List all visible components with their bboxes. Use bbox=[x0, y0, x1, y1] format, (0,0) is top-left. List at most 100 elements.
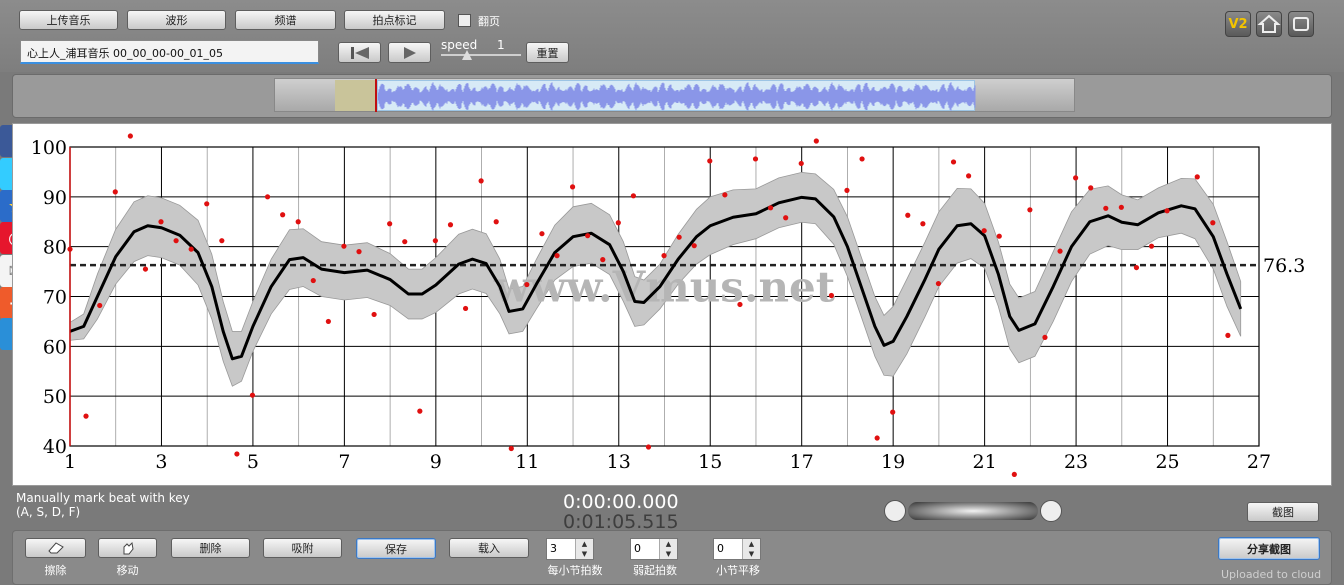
zoom-out-wave-icon[interactable] bbox=[884, 500, 906, 522]
data-point bbox=[447, 222, 454, 228]
waveform-path bbox=[377, 82, 976, 111]
data-point bbox=[1027, 207, 1033, 213]
key-hint: Manually mark beat with key (A, S, D, F) bbox=[16, 491, 190, 519]
data-point bbox=[645, 444, 652, 450]
data-point bbox=[996, 233, 1002, 239]
zoom-in-wave-icon[interactable] bbox=[1040, 500, 1062, 522]
data-point bbox=[539, 231, 545, 237]
tempo-chart[interactable]: www.Vmus.net 76.34050607080901001 3 5 7 9 11 13… bbox=[13, 93, 1331, 485]
data-point bbox=[828, 292, 835, 299]
x-tick-label: 15 bbox=[698, 451, 722, 473]
data-point bbox=[264, 194, 271, 200]
data-point bbox=[371, 311, 377, 318]
data-point bbox=[1103, 205, 1109, 211]
data-point bbox=[112, 189, 118, 195]
data-point bbox=[585, 233, 591, 239]
data-point bbox=[966, 173, 972, 179]
stepper-arrows-icon[interactable]: ▲ ▼ bbox=[742, 539, 760, 559]
erase-button[interactable] bbox=[25, 538, 86, 558]
data-point bbox=[1210, 220, 1216, 226]
skip-back-button[interactable] bbox=[338, 42, 381, 63]
waveform-overview[interactable] bbox=[274, 78, 1075, 112]
speed-slider-track[interactable] bbox=[441, 54, 521, 56]
filename-field[interactable]: 心上人_浦耳音乐 00_00_00-00_01_05 bbox=[20, 40, 319, 64]
erase-label: 擦除 bbox=[44, 564, 67, 577]
bar-shift-label: 小节平移 bbox=[716, 564, 760, 577]
data-point bbox=[341, 243, 347, 249]
upload-music-button[interactable]: 上传音乐 bbox=[19, 10, 118, 30]
data-point bbox=[844, 187, 850, 193]
move-button[interactable] bbox=[98, 538, 157, 558]
tempo-plot-panel: www.Vmus.net 76.3 40 50 60 70 80 90 100 1 3 5 7 9 11 13… bbox=[12, 93, 1332, 486]
x-tick-label: 21 bbox=[973, 451, 997, 473]
data-point bbox=[1148, 243, 1155, 249]
screenshot-button[interactable]: 截图 bbox=[1247, 502, 1319, 522]
data-point bbox=[920, 221, 926, 227]
data-point bbox=[630, 193, 637, 199]
delete-button[interactable]: 删除 bbox=[171, 538, 250, 558]
data-point bbox=[1042, 334, 1048, 340]
x-tick-label: 17 bbox=[790, 451, 814, 473]
data-point bbox=[600, 257, 606, 263]
data-point bbox=[981, 228, 987, 234]
data-point bbox=[127, 133, 133, 139]
data-point bbox=[554, 253, 560, 259]
zoom-track[interactable] bbox=[908, 502, 1038, 520]
x-tick-label: 19 bbox=[881, 451, 905, 473]
data-point bbox=[310, 277, 316, 284]
data-point bbox=[767, 205, 774, 211]
upbeat-stepper[interactable]: 0 ▲ ▼ bbox=[630, 538, 678, 560]
zoom-slider[interactable] bbox=[884, 500, 1062, 522]
fullscreen-button[interactable] bbox=[1288, 11, 1314, 37]
data-point bbox=[97, 302, 103, 309]
reset-button[interactable]: 重置 bbox=[526, 42, 569, 63]
page-flip-label: 翻页 bbox=[478, 15, 500, 28]
data-point bbox=[615, 220, 621, 226]
y-tick-label: 90 bbox=[43, 187, 67, 209]
x-tick-label: 9 bbox=[430, 451, 442, 473]
data-point bbox=[158, 219, 164, 225]
data-point bbox=[752, 156, 759, 162]
x-tick-label: 3 bbox=[155, 451, 167, 473]
data-point bbox=[813, 138, 819, 144]
data-point bbox=[295, 219, 301, 225]
page-flip-checkbox[interactable] bbox=[458, 14, 471, 27]
save-button[interactable]: 保存 bbox=[356, 538, 436, 559]
fullscreen-icon bbox=[1293, 17, 1309, 31]
data-point bbox=[462, 305, 469, 312]
data-point bbox=[935, 280, 942, 287]
x-tick-label: 1 bbox=[64, 451, 76, 473]
selection-window[interactable] bbox=[335, 80, 375, 111]
data-point bbox=[188, 246, 194, 252]
key-hint-line1: Manually mark beat with key bbox=[16, 491, 190, 505]
x-tick-label: 23 bbox=[1064, 451, 1088, 473]
load-button[interactable]: 载入 bbox=[449, 538, 529, 558]
beats-per-bar-stepper[interactable]: 3 ▲ ▼ bbox=[546, 538, 594, 560]
eraser-icon bbox=[47, 542, 64, 554]
data-point bbox=[874, 435, 880, 441]
visible-range[interactable] bbox=[377, 80, 976, 111]
data-point bbox=[1133, 264, 1140, 271]
v2-badge[interactable]: V2 bbox=[1225, 11, 1251, 37]
stepper-arrows-icon[interactable]: ▲ ▼ bbox=[659, 539, 677, 559]
home-button[interactable] bbox=[1256, 11, 1282, 37]
speed-slider-handle[interactable] bbox=[462, 50, 472, 60]
upload-cloud-link[interactable]: Uploaded to cloud bbox=[1221, 568, 1321, 581]
bar-shift-stepper[interactable]: 0 ▲ ▼ bbox=[713, 538, 761, 560]
y-tick-label: 70 bbox=[43, 287, 67, 309]
play-button[interactable] bbox=[388, 42, 431, 63]
snap-button[interactable]: 吸附 bbox=[263, 538, 342, 558]
data-point bbox=[737, 301, 743, 308]
data-point bbox=[691, 243, 697, 249]
spectrum-button[interactable]: 频谱 bbox=[235, 10, 336, 30]
current-time: 0:00:00.000 bbox=[563, 491, 679, 513]
data-point bbox=[356, 249, 362, 255]
beat-mark-button[interactable]: 拍点标记 bbox=[344, 10, 445, 30]
x-tick-label: 5 bbox=[247, 451, 259, 473]
beats-per-bar-value: 3 bbox=[550, 542, 557, 555]
y-tick-label: 50 bbox=[43, 386, 67, 408]
share-screenshot-button[interactable]: 分享截图 bbox=[1218, 537, 1320, 560]
data-point bbox=[569, 184, 576, 190]
stepper-arrows-icon[interactable]: ▲ ▼ bbox=[575, 539, 593, 559]
waveform-button[interactable]: 波形 bbox=[127, 10, 226, 30]
